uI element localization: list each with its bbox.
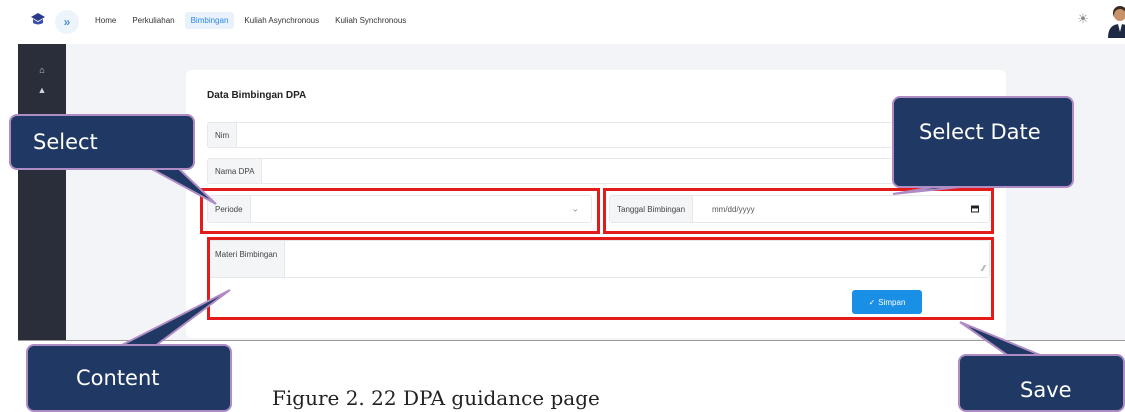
nav-kuliah-synchronous[interactable]: Kuliah Synchronous <box>329 12 412 29</box>
nama-dpa-label: Nama DPA <box>208 159 263 183</box>
nav-perkuliahan[interactable]: Perkuliahan <box>126 12 180 29</box>
nama-dpa-field[interactable]: Nama DPA <box>207 158 990 184</box>
highlight-periode <box>200 188 600 234</box>
callout-save: Save <box>958 354 1125 412</box>
nim-field[interactable]: Nim <box>207 122 990 148</box>
sidebar-toggle-button[interactable]: » <box>55 10 79 34</box>
callout-save-label: Save <box>1020 378 1072 402</box>
divider <box>18 340 1125 341</box>
callout-content-label: Content <box>76 366 160 390</box>
callout-select-date: Select Date <box>892 96 1074 188</box>
callout-select-date-label: Select Date <box>919 120 1041 144</box>
home-icon[interactable]: ⌂ <box>36 64 48 76</box>
form-title: Data Bimbingan DPA <box>207 90 307 101</box>
nav-kuliah-asynchronous[interactable]: Kuliah Asynchronous <box>238 12 325 29</box>
sun-icon[interactable]: ☀ <box>1076 12 1090 26</box>
nav-home[interactable]: Home <box>89 12 122 29</box>
app-logo-icon[interactable] <box>30 12 46 28</box>
callout-select-label: Select <box>33 130 98 154</box>
top-navbar: » Home Perkuliahan Bimbingan Kuliah Asyn… <box>18 0 1125 44</box>
figure-caption: Figure 2. 22 DPA guidance page <box>272 386 600 410</box>
sidebar: ⌂ ▲ <box>18 44 66 340</box>
user-avatar[interactable] <box>1106 4 1125 38</box>
nim-label: Nim <box>208 123 238 147</box>
callout-select: Select <box>9 114 195 170</box>
nav-bimbingan[interactable]: Bimbingan <box>184 12 235 29</box>
graduation-cap-icon[interactable]: ▲ <box>36 84 48 96</box>
callout-content: Content <box>26 344 232 412</box>
main-nav: Home Perkuliahan Bimbingan Kuliah Asynch… <box>89 12 416 29</box>
highlight-tanggal <box>603 188 994 234</box>
highlight-content <box>207 237 994 320</box>
